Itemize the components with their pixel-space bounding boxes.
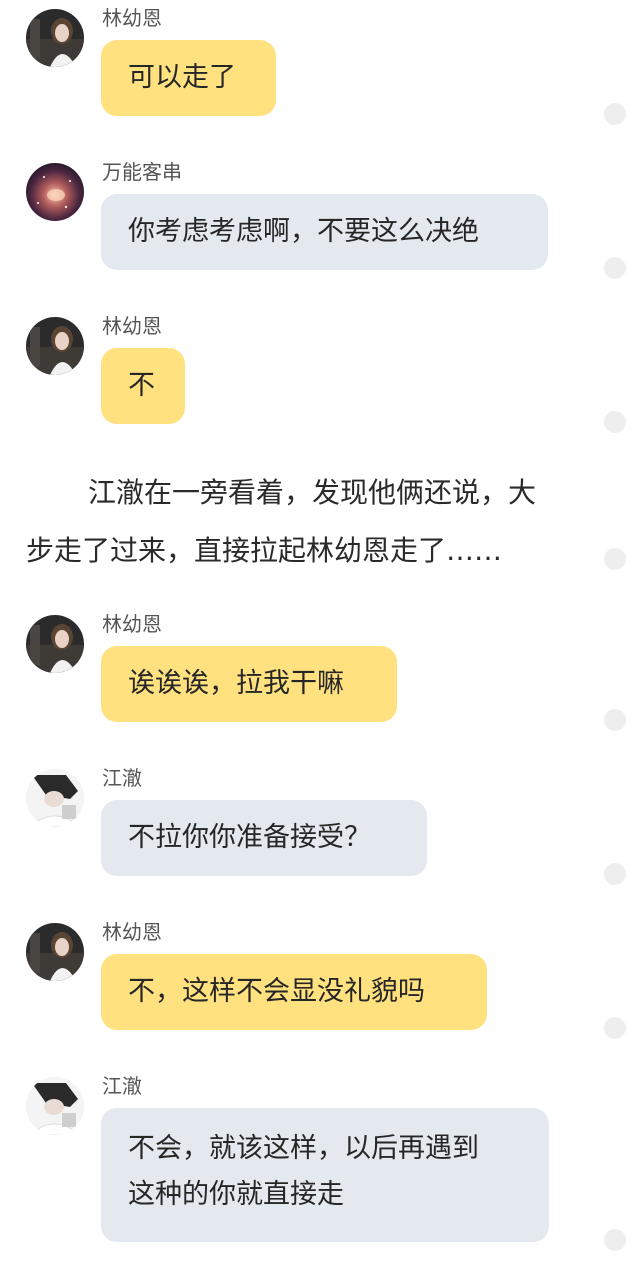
message-text: 不 bbox=[128, 370, 155, 401]
chat-screen: 林幼恩 可以走了 万能客串 你考虑考虑啊，不要这么决绝 林幼恩 不 江澈在一旁看… bbox=[0, 0, 640, 1280]
status-dot-icon bbox=[604, 411, 626, 433]
girl-photo-avatar-icon bbox=[26, 615, 84, 673]
message-bubble[interactable]: 不 bbox=[101, 348, 185, 424]
message-text: 可以走了 bbox=[128, 62, 236, 93]
message-text-line: 这种的你就直接走 bbox=[128, 1179, 344, 1210]
girl-photo-avatar-icon bbox=[26, 923, 84, 981]
message-text: 你考虑考虑啊，不要这么决绝 bbox=[128, 216, 479, 247]
status-dot-icon bbox=[604, 1229, 626, 1251]
sender-name: 林幼恩 bbox=[102, 920, 162, 944]
message-bubble[interactable]: 诶诶诶，拉我干嘛 bbox=[101, 646, 397, 722]
avatar-jiang[interactable] bbox=[26, 1077, 84, 1135]
status-dot-icon bbox=[604, 103, 626, 125]
message-text-line: 不会，就该这样，以后再遇到 bbox=[128, 1133, 479, 1164]
status-dot-icon bbox=[604, 257, 626, 279]
avatar-lin[interactable] bbox=[26, 9, 84, 67]
sender-name: 林幼恩 bbox=[102, 6, 162, 30]
narration-line: 江澈在一旁看着，发现他俩还说，大 bbox=[88, 476, 537, 509]
sender-name: 林幼恩 bbox=[102, 612, 162, 636]
avatar-lin[interactable] bbox=[26, 317, 84, 375]
status-dot-icon bbox=[604, 1017, 626, 1039]
message-text: 诶诶诶，拉我干嘛 bbox=[128, 668, 344, 699]
sender-name: 林幼恩 bbox=[102, 314, 162, 338]
boy-photo-avatar-icon bbox=[26, 769, 84, 827]
avatar-jiang[interactable] bbox=[26, 769, 84, 827]
status-dot-icon bbox=[604, 863, 626, 885]
galaxy-avatar-icon bbox=[26, 163, 84, 221]
girl-photo-avatar-icon bbox=[26, 9, 84, 67]
status-dot-icon bbox=[604, 709, 626, 731]
message-text: 不拉你你准备接受？ bbox=[128, 822, 371, 853]
girl-photo-avatar-icon bbox=[26, 317, 84, 375]
message-bubble[interactable]: 不拉你你准备接受？ bbox=[101, 800, 427, 876]
narration-line: 步走了过来，直接拉起林幼恩走了…… bbox=[26, 534, 503, 567]
message-bubble[interactable]: 不会，就该这样，以后再遇到 这种的你就直接走 bbox=[101, 1108, 549, 1242]
boy-photo-avatar-icon bbox=[26, 1077, 84, 1135]
message-text: 不，这样不会显没礼貌吗 bbox=[128, 976, 425, 1007]
narration-text: 江澈在一旁看着，发现他俩还说，大 步走了过来，直接拉起林幼恩走了…… bbox=[26, 464, 586, 580]
message-bubble[interactable]: 可以走了 bbox=[101, 40, 276, 116]
avatar-lin[interactable] bbox=[26, 615, 84, 673]
sender-name: 江澈 bbox=[102, 1074, 142, 1098]
message-bubble[interactable]: 你考虑考虑啊，不要这么决绝 bbox=[101, 194, 548, 270]
avatar-wanneng[interactable] bbox=[26, 163, 84, 221]
message-bubble[interactable]: 不，这样不会显没礼貌吗 bbox=[101, 954, 487, 1030]
sender-name: 万能客串 bbox=[102, 160, 182, 184]
sender-name: 江澈 bbox=[102, 766, 142, 790]
avatar-lin[interactable] bbox=[26, 923, 84, 981]
status-dot-icon bbox=[604, 548, 626, 570]
